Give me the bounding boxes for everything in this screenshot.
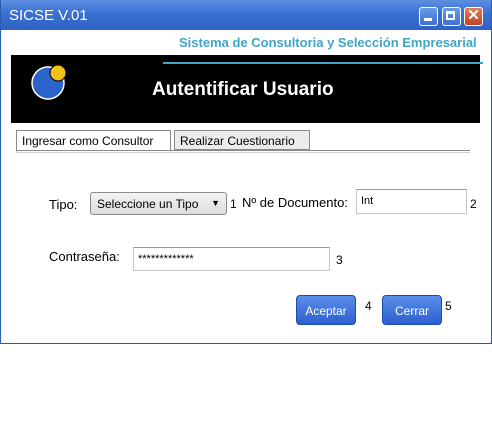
close-button[interactable]: ✕ [464,7,483,26]
header-banner: Autentificar Usuario [11,55,483,123]
minimize-icon [424,18,432,21]
password-input[interactable]: ************* [133,247,330,271]
close-label: Cerrar [394,304,429,318]
app-window: SICSE V.01 ✕ Sistema de Consultoria y Se… [0,0,492,344]
accept-button[interactable]: Aceptar [296,295,356,325]
tab-realizar-cuestionario[interactable]: Realizar Cuestionario [174,130,310,150]
banner-title: Autentificar Usuario [152,79,334,100]
chevron-down-icon: ▼ [211,198,220,208]
password-label: Contraseña: [49,249,120,264]
marker-1: 1 [230,197,237,211]
tipo-label: Tipo: [49,197,78,212]
password-value: ************* [138,253,194,265]
documento-input[interactable]: Int [356,189,467,214]
title-bar[interactable]: SICSE V.01 ✕ [1,0,491,30]
divider [16,152,470,153]
maximize-button[interactable] [442,7,461,26]
tipo-selected-value: Seleccione un Tipo [97,197,199,211]
app-tagline: Sistema de Consultoria y Selección Empre… [179,35,477,50]
minimize-button[interactable] [419,7,438,26]
close-form-button[interactable]: Cerrar [382,295,442,325]
close-icon: ✕ [467,7,480,24]
documento-label: Nº de Documento: [242,195,348,210]
tab-label: Ingresar como Consultor [22,134,154,148]
accept-label: Aceptar [305,304,347,318]
marker-2: 2 [470,197,477,211]
marker-4: 4 [365,299,372,313]
documento-value: Int [361,195,374,207]
maximize-icon [446,11,455,20]
banner-accent-line [163,62,483,64]
marker-3: 3 [336,253,343,267]
window-title: SICSE V.01 [9,7,88,24]
tab-label: Realizar Cuestionario [180,134,295,148]
marker-5: 5 [445,299,452,313]
tab-panel-border [16,150,470,151]
app-logo-icon [31,64,67,100]
tipo-select[interactable]: Seleccione un Tipo ▼ [90,192,227,215]
tab-ingresar-consultor[interactable]: Ingresar como Consultor [16,130,171,152]
